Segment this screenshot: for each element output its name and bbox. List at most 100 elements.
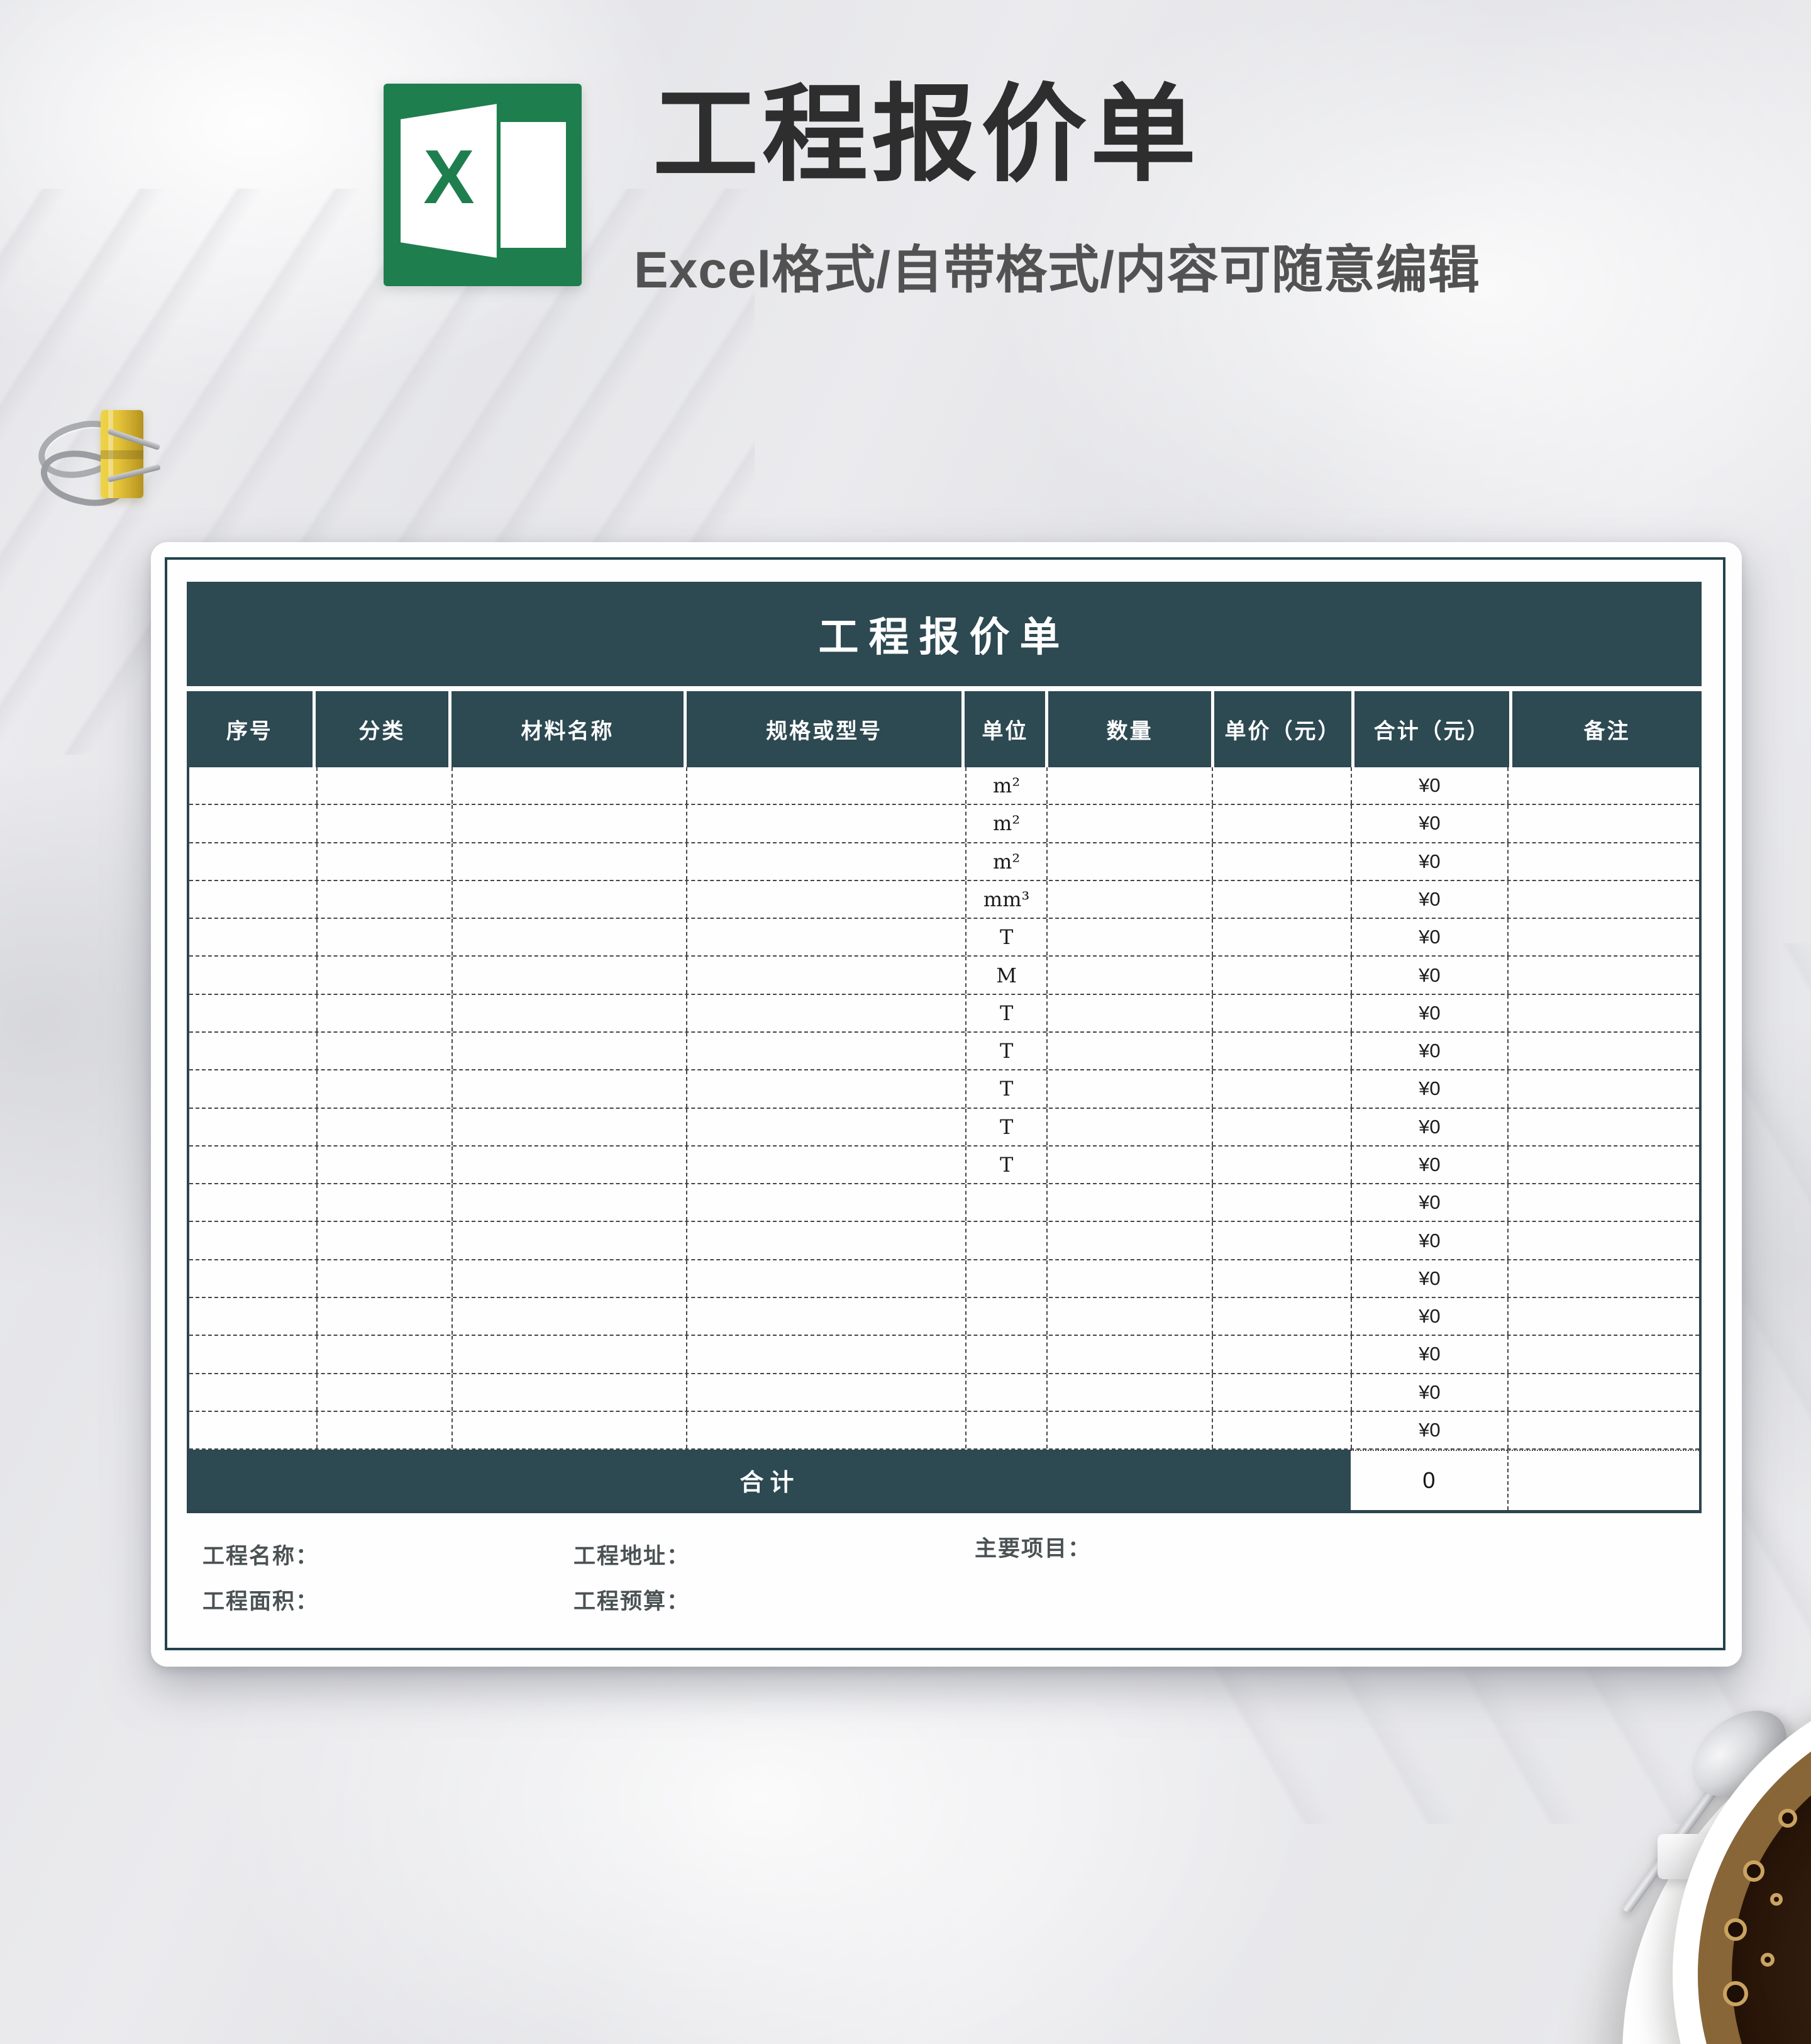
quotation-card: 工程报价单 序号 分类 材料名称 规格或型号 单位 数量 单价（元） 合计（元）… <box>151 542 1742 1667</box>
unit-cell <box>965 1374 1047 1411</box>
empty-cell <box>686 1412 965 1448</box>
empty-cell <box>316 881 451 918</box>
table-row: mm³¥0 <box>189 881 1699 919</box>
column-header-total: 合计（元） <box>1354 691 1509 767</box>
empty-cell <box>451 1184 687 1221</box>
unit-cell <box>965 1412 1047 1448</box>
excel-logo-icon: X <box>384 84 582 286</box>
column-header-unit: 单位 <box>965 691 1045 767</box>
empty-cell <box>1507 1222 1699 1258</box>
table-row: ¥0 <box>189 1412 1699 1450</box>
empty-cell <box>189 1336 316 1372</box>
empty-cell <box>1507 957 1699 993</box>
empty-cell <box>451 805 687 841</box>
table-row: T¥0 <box>189 919 1699 957</box>
empty-cell <box>189 1109 316 1145</box>
empty-cell <box>316 1374 451 1411</box>
table-row: ¥0 <box>189 1260 1699 1298</box>
empty-cell <box>686 1184 965 1221</box>
empty-cell <box>1212 1222 1351 1258</box>
table-row: ¥0 <box>189 1222 1699 1260</box>
empty-cell <box>686 805 965 841</box>
coffee-bubble <box>1770 1893 1783 1906</box>
empty-cell <box>1046 881 1211 918</box>
table-row: T ¥0 <box>189 1147 1699 1184</box>
table-row: ¥0 <box>189 1298 1699 1336</box>
empty-cell <box>451 1222 687 1258</box>
empty-cell <box>451 919 687 955</box>
empty-cell <box>1507 843 1699 880</box>
total-cell: ¥0 <box>1351 805 1507 841</box>
unit-cell: m² <box>965 843 1047 880</box>
empty-cell <box>316 1260 451 1297</box>
empty-cell <box>1046 1374 1211 1411</box>
table-grid: m²¥0m²¥0m²¥0mm³¥0T¥0M¥0T¥0T¥0T¥0T¥0T¥0¥0… <box>187 767 1702 1513</box>
project-area-label: 工程面积： <box>202 1584 319 1616</box>
empty-cell <box>1046 843 1211 880</box>
unit-cell: mm³ <box>965 881 1047 918</box>
coffee-bubble <box>1723 1981 1748 2006</box>
total-cell: ¥0 <box>1351 1147 1507 1183</box>
empty-cell <box>451 1412 687 1448</box>
poster-canvas: X 工程报价单 Excel格式/自带格式/内容可随意编辑 工程报价单 序号 分类… <box>0 0 1811 2044</box>
excel-x-letter: X <box>409 138 489 215</box>
empty-cell <box>189 1033 316 1069</box>
empty-cell <box>451 1147 687 1183</box>
empty-cell <box>451 881 687 918</box>
total-cell: ¥0 <box>1351 1336 1507 1372</box>
empty-cell <box>1046 1260 1211 1297</box>
total-cell: ¥0 <box>1351 843 1507 880</box>
total-cell: ¥0 <box>1351 1374 1507 1411</box>
total-cell: ¥0 <box>1351 957 1507 993</box>
binder-clip <box>33 400 158 513</box>
unit-cell <box>965 1336 1047 1372</box>
empty-cell <box>451 1109 687 1145</box>
table-row: ¥0 <box>189 1374 1699 1412</box>
empty-cell <box>1507 767 1699 804</box>
empty-cell <box>1212 1033 1351 1069</box>
empty-cell <box>189 1147 316 1183</box>
coffee-bubble <box>1743 1860 1764 1882</box>
table-title: 工程报价单 <box>819 605 1070 663</box>
project-address-label: 工程地址： <box>573 1538 690 1570</box>
empty-cell <box>1507 1260 1699 1297</box>
empty-cell <box>1046 1184 1211 1221</box>
empty-cell <box>316 995 451 1031</box>
unit-cell: T <box>965 1147 1047 1183</box>
table-row: m²¥0 <box>189 805 1699 843</box>
excel-grid-icon <box>501 122 566 248</box>
column-header-no: 序号 <box>187 691 313 767</box>
empty-cell <box>1507 881 1699 918</box>
empty-cell <box>316 1184 451 1221</box>
empty-cell <box>1212 805 1351 841</box>
project-name-label: 工程名称： <box>202 1538 319 1570</box>
empty-cell <box>189 1184 316 1221</box>
unit-cell: T <box>965 1109 1047 1145</box>
empty-cell <box>316 1033 451 1069</box>
footer-note-cell <box>1507 1450 1699 1510</box>
total-cell: ¥0 <box>1351 1070 1507 1107</box>
total-cell: ¥0 <box>1351 995 1507 1031</box>
empty-cell <box>189 843 316 880</box>
empty-cell <box>1212 1109 1351 1145</box>
total-cell: ¥0 <box>1351 1109 1507 1145</box>
empty-cell <box>316 1412 451 1448</box>
empty-cell <box>1212 881 1351 918</box>
empty-cell <box>451 1033 687 1069</box>
column-header-qty: 数量 <box>1048 691 1211 767</box>
empty-cell <box>1507 1336 1699 1372</box>
empty-cell <box>1046 995 1211 1031</box>
empty-cell <box>1507 1412 1699 1448</box>
empty-cell <box>1046 1147 1211 1183</box>
table-row: T¥0 <box>189 1033 1699 1070</box>
empty-cell <box>686 995 965 1031</box>
empty-cell <box>1212 1147 1351 1183</box>
cup-handle <box>1658 1834 1724 1879</box>
table-row: T¥0 <box>189 1070 1699 1108</box>
empty-cell <box>1212 1260 1351 1297</box>
empty-cell <box>1507 1033 1699 1069</box>
empty-cell <box>1212 919 1351 955</box>
empty-cell <box>686 1109 965 1145</box>
main-items-label: 主要项目： <box>975 1531 1091 1563</box>
column-header-spec: 规格或型号 <box>687 691 962 767</box>
